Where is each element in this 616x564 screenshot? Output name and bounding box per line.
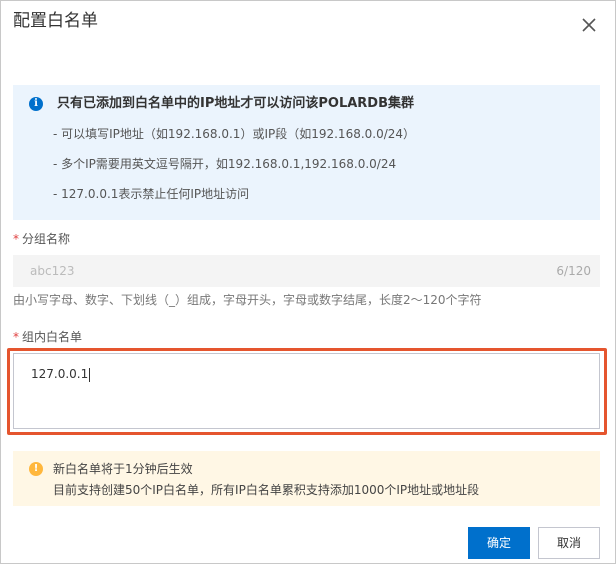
cancel-button[interactable]: 取消 [538, 527, 600, 559]
group-name-help: 由小写字母、数字、下划线（_）组成，字母开头，字母或数字结尾，长度2～120个字… [13, 293, 482, 307]
required-mark: * [13, 330, 19, 344]
required-mark: * [13, 232, 19, 246]
info-title: 只有已添加到白名单中的IP地址才可以访问该POLARDB集群 [57, 96, 414, 111]
warning-line: 目前支持创建50个IP白名单，所有IP白名单累积支持添加1000个IP地址或地址… [53, 483, 480, 497]
text-caret [89, 367, 91, 382]
info-line: - 127.0.0.1表示禁止任何IP地址访问 [53, 187, 250, 201]
group-name-label: * 分组名称 [13, 231, 70, 247]
close-icon [582, 18, 596, 32]
confirm-button[interactable]: 确定 [468, 527, 530, 559]
whitelist-label: * 组内白名单 [13, 329, 82, 345]
info-icon: i [29, 97, 43, 111]
warning-line: 新白名单将于1分钟后生效 [53, 462, 193, 476]
dialog-header: 配置白名单 [1, 1, 615, 51]
group-name-label-text: 分组名称 [22, 232, 71, 246]
group-name-input[interactable]: abc123 6/120 [13, 255, 600, 287]
whitelist-textarea[interactable]: 127.0.0.1 [13, 353, 600, 429]
close-button[interactable] [579, 15, 599, 35]
whitelist-dialog: 配置白名单 i 只有已添加到白名单中的IP地址才可以访问该POLARDB集群 -… [0, 0, 616, 564]
warning-notice: ! 新白名单将于1分钟后生效 目前支持创建50个IP白名单，所有IP白名单累积支… [13, 451, 600, 506]
group-name-value: abc123 [30, 264, 75, 278]
group-name-char-count: 6/120 [556, 264, 591, 278]
warning-icon: ! [29, 462, 43, 476]
whitelist-label-text: 组内白名单 [22, 330, 83, 344]
dialog-title: 配置白名单 [13, 11, 98, 31]
whitelist-value: 127.0.0.1 [31, 367, 91, 382]
info-line: - 多个IP需要用英文逗号隔开，如192.168.0.1,192.168.0.0… [53, 157, 397, 171]
info-line: - 可以填写IP地址（如192.168.0.1）或IP段（如192.168.0.… [53, 127, 416, 141]
info-notice: i 只有已添加到白名单中的IP地址才可以访问该POLARDB集群 - 可以填写I… [13, 85, 600, 220]
